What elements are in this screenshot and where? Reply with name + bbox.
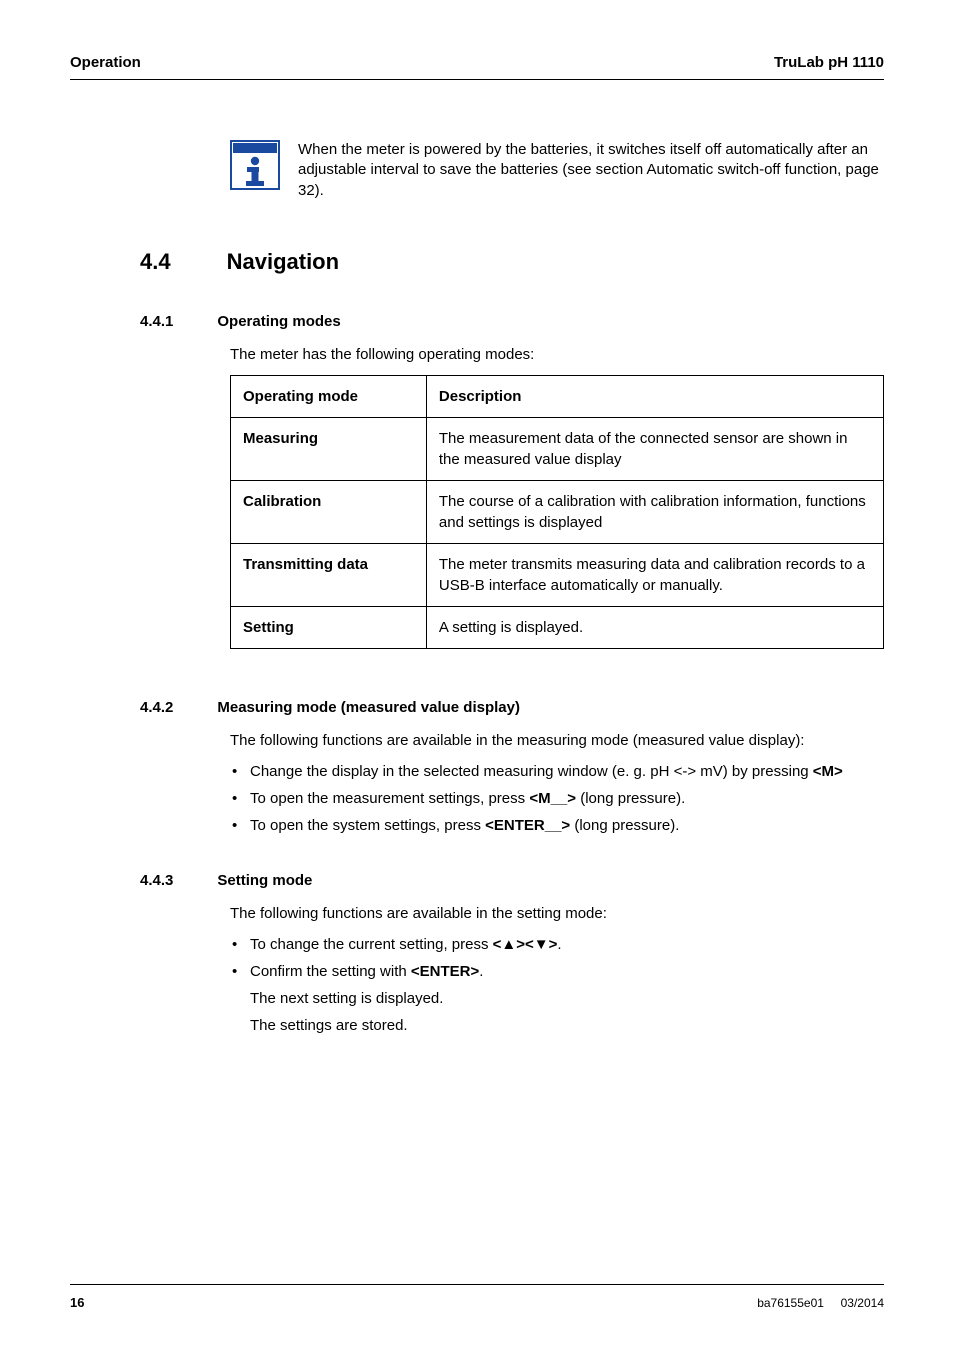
subsection-442-content: The following functions are available in…	[230, 730, 884, 836]
footer-date: 03/2014	[841, 1296, 884, 1310]
list-text: To open the system settings, press	[250, 817, 485, 834]
table-cell-mode: Calibration	[231, 480, 427, 543]
subsection-443-content: The following functions are available in…	[230, 903, 884, 1036]
key-label: <M>	[813, 763, 843, 780]
subsection-441-intro: The meter has the following operating mo…	[230, 344, 884, 365]
info-note: When the meter is powered by the batteri…	[230, 140, 884, 201]
footer-doc-id: ba76155e01	[757, 1296, 824, 1310]
operating-modes-table: Operating mode Description Measuring The…	[230, 375, 884, 649]
list-item: To open the system settings, press <ENTE…	[230, 815, 884, 836]
subsection-441-heading: 4.4.1 Operating modes	[140, 313, 884, 330]
table-cell-mode: Measuring	[231, 417, 427, 480]
section-number: 4.4	[140, 249, 171, 275]
info-icon	[230, 140, 280, 190]
list-text: To change the current setting, press	[250, 936, 493, 953]
table-cell-desc: The meter transmits measuring data and c…	[426, 543, 883, 606]
list-item: Change the display in the selected measu…	[230, 761, 884, 782]
page-footer: 16 ba76155e01 03/2014	[70, 1284, 884, 1310]
subsection-443-heading: 4.4.3 Setting mode	[140, 872, 884, 889]
info-note-text: When the meter is powered by the batteri…	[298, 140, 884, 201]
table-row: Setting A setting is displayed.	[231, 606, 884, 648]
subsection-443-number: 4.4.3	[140, 872, 173, 889]
table-row: Measuring The measurement data of the co…	[231, 417, 884, 480]
list-text: Confirm the setting with	[250, 963, 411, 980]
subsection-442-heading: 4.4.2 Measuring mode (measured value dis…	[140, 699, 884, 716]
footer-meta: ba76155e01 03/2014	[757, 1296, 884, 1310]
key-label: <M__>	[529, 790, 576, 807]
table-row: Calibration The course of a calibration …	[231, 480, 884, 543]
list-text-post: .	[557, 936, 561, 953]
list-text-post: (long pressure).	[576, 790, 685, 807]
footer-rule	[70, 1284, 884, 1285]
sub-line: The next setting is displayed.	[230, 988, 884, 1009]
header-right: TruLab pH 1110	[774, 54, 884, 71]
subsection-442-list: Change the display in the selected measu…	[230, 761, 884, 836]
list-text: To open the measurement settings, press	[250, 790, 529, 807]
section-title: Navigation	[227, 249, 339, 275]
table-header-desc: Description	[426, 375, 883, 417]
subsection-442-title: Measuring mode (measured value display)	[217, 699, 520, 716]
subsection-443-list: To change the current setting, press <▲>…	[230, 934, 884, 982]
table-cell-desc: The course of a calibration with calibra…	[426, 480, 883, 543]
sub-line: The settings are stored.	[230, 1015, 884, 1036]
page-number: 16	[70, 1295, 84, 1310]
table-header-mode: Operating mode	[231, 375, 427, 417]
subsection-442-number: 4.4.2	[140, 699, 173, 716]
list-text: Change the display in the selected measu…	[250, 763, 813, 780]
list-item: To open the measurement settings, press …	[230, 788, 884, 809]
header-rule	[70, 79, 884, 80]
key-label: <ENTER__>	[485, 817, 570, 834]
section-heading: 4.4 Navigation	[140, 249, 884, 275]
subsection-443-title: Setting mode	[217, 872, 312, 889]
list-item: Confirm the setting with <ENTER>.	[230, 961, 884, 982]
subsection-443-intro: The following functions are available in…	[230, 903, 884, 924]
table-cell-mode: Setting	[231, 606, 427, 648]
page-header: Operation TruLab pH 1110	[70, 54, 884, 79]
list-item: To change the current setting, press <▲>…	[230, 934, 884, 955]
list-text-post: .	[479, 963, 483, 980]
list-text-post: (long pressure).	[570, 817, 679, 834]
subsection-441-content: The meter has the following operating mo…	[230, 344, 884, 649]
key-label: <▲><▼>	[493, 936, 558, 953]
table-header-row: Operating mode Description	[231, 375, 884, 417]
key-label: <ENTER>	[411, 963, 479, 980]
subsection-441-number: 4.4.1	[140, 313, 173, 330]
table-cell-desc: A setting is displayed.	[426, 606, 883, 648]
table-cell-mode: Transmitting data	[231, 543, 427, 606]
subsection-442-intro: The following functions are available in…	[230, 730, 884, 751]
table-cell-desc: The measurement data of the connected se…	[426, 417, 883, 480]
header-left: Operation	[70, 54, 141, 71]
table-row: Transmitting data The meter transmits me…	[231, 543, 884, 606]
subsection-441-title: Operating modes	[217, 313, 340, 330]
